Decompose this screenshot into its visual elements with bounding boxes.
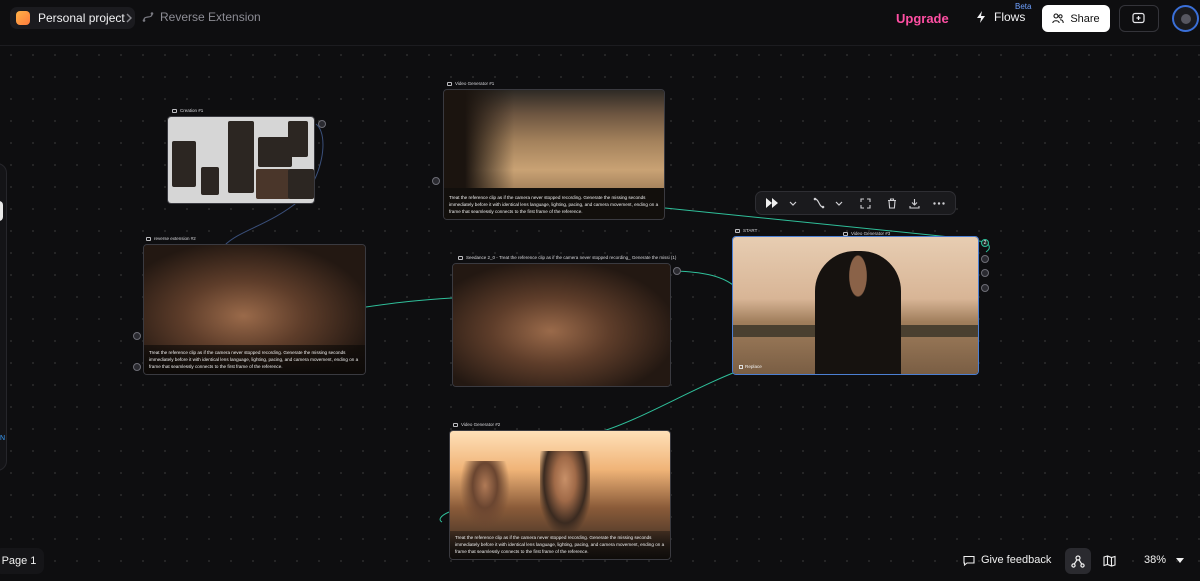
panel-letter: N [0,435,5,442]
image-icon [172,108,177,113]
prompt-text: Treat the reference clip as if the camer… [455,535,665,555]
project-label: Personal project [38,11,125,25]
flows-button[interactable]: Flows [976,10,1025,24]
node-title: Video Generator #1 [447,81,494,86]
trash-icon[interactable] [882,192,902,214]
flow-name-label: Reverse Extension [160,10,261,24]
beta-badge: Beta [1015,2,1032,11]
minimap-button[interactable] [1096,548,1122,574]
chevron-down-icon[interactable] [829,192,849,214]
video-generator-node[interactable]: Treat the reference clip as if the camer… [443,89,665,220]
left-side-panel[interactable]: N [0,163,7,471]
output-port-badge[interactable]: 2 [981,239,989,247]
chat-plus-icon [1132,12,1145,24]
edge-reverse-seedance [365,297,453,308]
flow-name-breadcrumb[interactable]: Reverse Extension [142,10,261,24]
project-icon [16,11,30,25]
flow-icon [142,12,154,22]
caret-down-icon [1176,557,1185,563]
replace-icon [739,364,743,369]
output-port[interactable] [981,255,989,263]
video-thumbnail [453,264,670,386]
page-selector[interactable]: Page 1 [0,548,44,574]
prompt-text: Treat the reference clip as if the camer… [149,350,359,370]
creation-node[interactable] [167,116,315,204]
feedback-label: Give feedback [981,554,1052,566]
page-label: Page 1 [1,555,37,567]
node-toolbar [755,191,956,215]
replace-button[interactable]: Replace [739,364,762,369]
nodes-icon [1071,554,1085,568]
input-port[interactable] [432,177,440,185]
start-label: START [735,228,757,233]
map-icon [1102,555,1116,567]
prompt-text: Treat the reference clip as if the camer… [449,195,659,215]
node-title: Seedance 2_0 - Treat the reference clip … [458,255,676,260]
project-breadcrumb[interactable]: Personal project [10,7,135,29]
chat-icon [963,555,975,566]
edge-seedance-gen3 [675,270,734,286]
chevron-down-icon[interactable] [782,192,802,214]
video-generator-node-selected[interactable]: Replace [732,236,979,375]
input-port[interactable] [133,363,141,371]
upgrade-link[interactable]: Upgrade [896,11,949,26]
video-icon [146,236,151,241]
character-sheet-image [168,117,314,203]
expand-icon[interactable] [856,192,876,214]
video-icon [843,231,848,236]
seedance-node[interactable] [452,263,671,387]
users-icon [1052,13,1065,24]
output-port[interactable] [981,269,989,277]
reverse-extension-node[interactable]: Treat the reference clip as if the camer… [143,244,366,375]
download-icon[interactable] [904,192,924,214]
more-icon[interactable] [929,192,949,214]
lightning-icon [977,11,985,23]
route-icon[interactable] [809,192,829,214]
play-icon[interactable] [762,192,782,214]
panel-toggle[interactable] [0,201,3,221]
user-avatar[interactable] [1172,5,1199,32]
node-title: Video Generator #2 [453,422,500,427]
chevron-right-icon [126,13,132,23]
edge-gen2-in [439,511,450,523]
output-port[interactable] [981,284,989,292]
zoom-control[interactable]: 38% [1144,554,1185,566]
avatar-icon [1180,13,1191,24]
zoom-level: 38% [1144,554,1167,566]
video-icon [447,81,452,86]
flows-label: Flows [994,10,1026,24]
video-icon [453,422,458,427]
input-port[interactable] [133,332,141,340]
node-title: reverse extension #2 [146,236,196,241]
node-title: Creation #1 [172,108,203,113]
output-port[interactable] [318,120,326,128]
video-generator-node[interactable]: Treat the reference clip as if the camer… [449,430,671,560]
top-bar: Personal project Reverse Extension Upgra… [0,0,1200,46]
new-chat-button[interactable] [1119,5,1159,32]
video-icon [458,255,463,260]
output-port[interactable] [673,267,681,275]
share-label: Share [1070,12,1100,25]
share-button[interactable]: Share [1042,5,1110,32]
give-feedback-button[interactable]: Give feedback [963,554,1051,566]
video-icon [735,228,740,233]
flow-view-button[interactable] [1065,548,1091,574]
